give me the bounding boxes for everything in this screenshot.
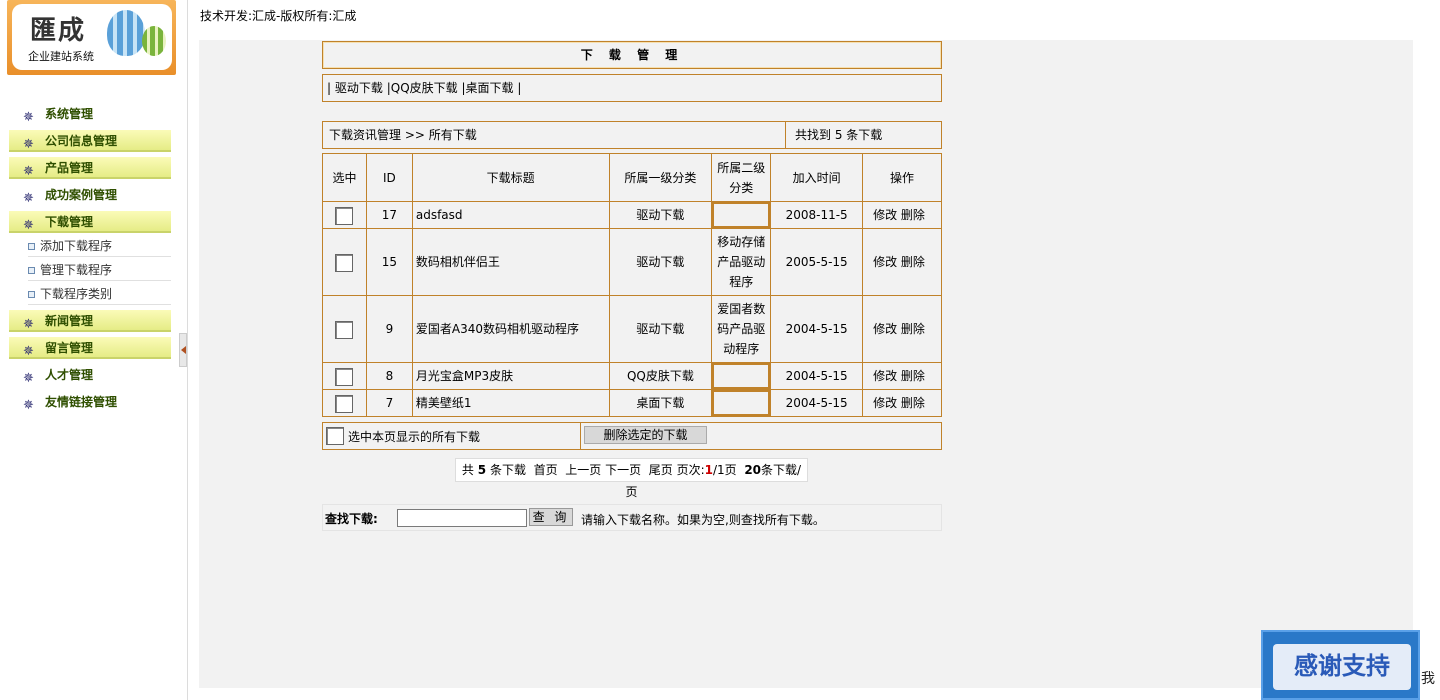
search-label: 查找下载: xyxy=(325,512,378,526)
delete-link[interactable]: 删除 xyxy=(901,322,925,336)
sidebar-item-news[interactable]: ✵ 新闻管理 xyxy=(9,310,171,332)
row-checkbox[interactable] xyxy=(335,367,354,386)
sidebar-collapse-toggle[interactable] xyxy=(179,333,187,367)
logo: 匯成 企业建站系统 xyxy=(7,0,176,75)
edit-link[interactable]: 修改 xyxy=(873,208,897,222)
search-input[interactable] xyxy=(397,509,527,527)
col-cat1: 所属一级分类 xyxy=(608,153,713,202)
first-page-link[interactable]: 首页 xyxy=(534,463,558,477)
sidebar-item-messages[interactable]: ✵ 留言管理 xyxy=(9,337,171,359)
next-page-link[interactable]: 下一页 xyxy=(605,463,641,477)
edit-link[interactable]: 修改 xyxy=(873,255,897,269)
sidebar-subitem-download-category[interactable]: 下载程序类别 xyxy=(28,283,171,305)
link-qq-skin-download[interactable]: QQ皮肤下载 xyxy=(391,81,458,95)
edge-text: 我 xyxy=(1421,671,1435,687)
bullet-icon xyxy=(28,243,35,250)
edit-link[interactable]: 修改 xyxy=(873,322,897,336)
col-cat2: 所属二级分类 xyxy=(711,153,772,202)
bulk-action-bar: 选中本页显示的所有下载 删除选定的下载 xyxy=(322,422,942,450)
breadcrumb-path: 下载资讯管理 >> 所有下载 xyxy=(329,128,477,142)
delete-link[interactable]: 删除 xyxy=(901,369,925,383)
bullet-icon xyxy=(28,267,35,274)
current-page: 1 xyxy=(704,463,713,477)
sidebar-item-talent[interactable]: ✵ 人才管理 xyxy=(9,364,171,386)
sidebar-subitem-manage-download[interactable]: 管理下载程序 xyxy=(28,259,171,281)
sidebar-item-cases[interactable]: ✵ 成功案例管理 xyxy=(9,184,171,206)
sidebar-item-products[interactable]: ✵ 产品管理 xyxy=(9,157,171,179)
total-count: 5 xyxy=(477,463,487,477)
top-credit: 技术开发:汇成-版权所有:汇成 xyxy=(200,9,357,23)
logo-subtitle: 企业建站系统 xyxy=(28,50,94,63)
search-bar: 查找下载: 查 询 请输入下载名称。如果为空,则查找所有下载。 xyxy=(322,504,942,531)
row-checkbox[interactable] xyxy=(335,320,354,339)
table-header: 选中 ID 下载标题 所属一级分类 所属二级分类 加入时间 操作 xyxy=(322,153,942,202)
delete-link[interactable]: 删除 xyxy=(901,208,925,222)
gear-icon: ✵ xyxy=(23,398,34,413)
result-count: 共找到 5 条下载 xyxy=(785,122,941,148)
search-hint: 请输入下载名称。如果为空,则查找所有下载。 xyxy=(581,513,825,527)
gear-icon: ✵ xyxy=(23,218,34,233)
sidebar: 匯成 企业建站系统 ✵ 系统管理 ✵ 公司信息管理 ✵ 产品管理 ✵ 成功案例管理 ✵ 下… xyxy=(0,0,188,700)
logo-title: 匯成 xyxy=(30,16,87,46)
edit-link[interactable]: 修改 xyxy=(873,396,897,410)
gear-icon: ✵ xyxy=(23,137,34,152)
col-actions: 操作 xyxy=(862,153,942,202)
gear-icon: ✵ xyxy=(23,371,34,386)
col-id: ID xyxy=(365,153,413,202)
table-row: 17 adsfasd 驱动下载 2008-11-5 修改 删除 xyxy=(322,201,942,229)
breadcrumb: 下载资讯管理 >> 所有下载 共找到 5 条下载 xyxy=(322,121,942,149)
sidebar-item-system[interactable]: ✵ 系统管理 xyxy=(9,103,171,125)
balloon-icon xyxy=(107,10,145,56)
col-select: 选中 xyxy=(322,153,367,202)
pagination: 共 5 条下载 首页 上一页 下一页 尾页 页次:1/1页 20条下载/页 xyxy=(455,458,808,499)
sidebar-item-links[interactable]: ✵ 友情链接管理 xyxy=(9,391,171,413)
table-row: 8 月光宝盒MP3皮肤 QQ皮肤下载 2004-5-15 修改 删除 xyxy=(322,362,942,390)
bullet-icon xyxy=(28,291,35,298)
edit-link[interactable]: 修改 xyxy=(873,369,897,383)
balloon-small-icon xyxy=(142,26,166,56)
sidebar-item-downloads[interactable]: ✵ 下载管理 xyxy=(9,211,171,233)
sidebar-item-company-info[interactable]: ✵ 公司信息管理 xyxy=(9,130,171,152)
gear-icon: ✵ xyxy=(23,344,34,359)
select-all-checkbox[interactable] xyxy=(326,427,344,445)
gear-icon: ✵ xyxy=(23,110,34,125)
page-title: 下 载 管 理 xyxy=(322,41,942,69)
table-row: 15 数码相机伴侣王 驱动下载 移动存储产品驱动程序 2005-5-15 修改 … xyxy=(322,228,942,296)
col-title: 下载标题 xyxy=(411,153,610,202)
sidebar-subitem-add-download[interactable]: 添加下载程序 xyxy=(28,235,171,257)
table-row: 7 精美壁纸1 桌面下载 2004-5-15 修改 删除 xyxy=(322,389,942,417)
downloads-table: 选中 ID 下载标题 所属一级分类 所属二级分类 加入时间 操作 17 adsf… xyxy=(322,153,942,417)
delete-selected-button[interactable]: 删除选定的下载 xyxy=(584,426,707,444)
gear-icon: ✵ xyxy=(23,317,34,332)
category-links: | 驱动下载 |QQ皮肤下载 |桌面下载 | xyxy=(322,74,942,102)
per-page-count: 20 xyxy=(744,463,762,477)
delete-link[interactable]: 删除 xyxy=(901,396,925,410)
last-page-link[interactable]: 尾页 xyxy=(649,463,673,477)
row-checkbox[interactable] xyxy=(335,253,354,272)
table-row: 9 爱国者A340数码相机驱动程序 驱动下载 爱国者数码产品驱动程序 2004-… xyxy=(322,295,942,363)
select-all-label: 选中本页显示的所有下载 xyxy=(348,429,481,444)
row-checkbox[interactable] xyxy=(335,206,354,225)
gear-icon: ✵ xyxy=(23,191,34,206)
row-checkbox[interactable] xyxy=(335,394,354,413)
thanks-badge[interactable]: 感谢支持 xyxy=(1261,630,1420,700)
prev-page-link[interactable]: 上一页 xyxy=(565,463,601,477)
col-date: 加入时间 xyxy=(770,153,864,202)
delete-link[interactable]: 删除 xyxy=(901,255,925,269)
search-button[interactable]: 查 询 xyxy=(529,508,573,526)
link-desktop-download[interactable]: 桌面下载 xyxy=(466,81,514,95)
gear-icon: ✵ xyxy=(23,164,34,179)
link-driver-download[interactable]: 驱动下载 xyxy=(335,81,383,95)
